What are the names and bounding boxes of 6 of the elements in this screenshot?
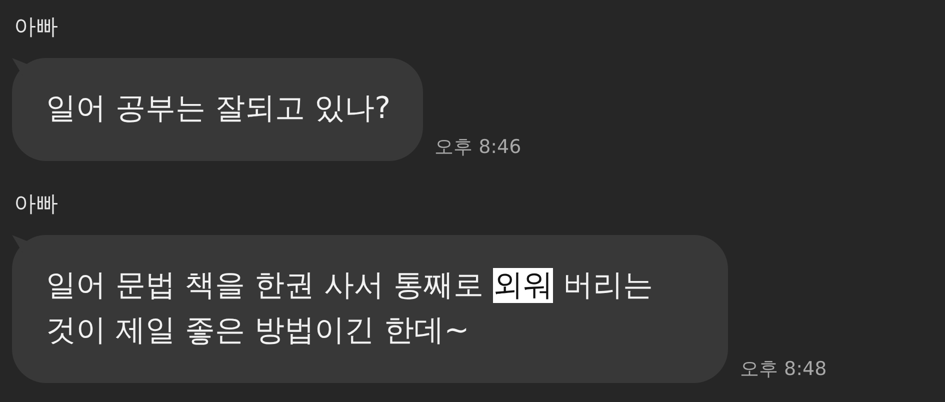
message-time: 오후 8:46 xyxy=(434,135,522,159)
message-text: 일어 공부는 잘되고 있나? xyxy=(46,90,391,128)
sender-name: 아빠 xyxy=(14,14,58,42)
message-time: 오후 8:48 xyxy=(740,357,827,381)
message-text: 일어 문법 책을 한권 사서 통째로 외워 버리는 것이 제일 좋은 방법이긴 한데~ xyxy=(46,267,654,350)
sender-name: 아빠 xyxy=(14,191,58,219)
